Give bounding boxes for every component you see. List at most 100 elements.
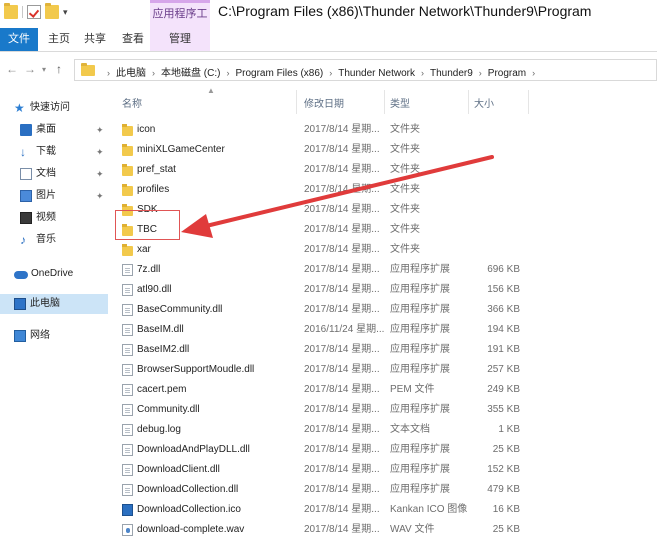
breadcrumb-chevron-icon[interactable]: › xyxy=(421,68,424,78)
file-icon xyxy=(122,484,133,496)
table-row[interactable]: profiles 2017/8/14 星期... 文件夹 xyxy=(108,180,657,200)
sidebar-item-downloads[interactable]: ↓ 下载 ✦ xyxy=(0,142,108,162)
column-divider[interactable] xyxy=(468,90,469,114)
network-icon xyxy=(14,330,26,342)
sidebar-item-label: 图片 xyxy=(36,190,56,201)
tab-view[interactable]: 查看 xyxy=(118,28,148,51)
file-type: 应用程序扩展 xyxy=(390,444,450,455)
folder-icon xyxy=(122,164,133,176)
column-divider[interactable] xyxy=(528,90,529,114)
column-header-size[interactable]: 大小 xyxy=(474,95,494,110)
table-row[interactable]: TBC 2017/8/14 星期... 文件夹 xyxy=(108,220,657,240)
table-row[interactable]: Community.dll 2017/8/14 星期... 应用程序扩展 355 KB xyxy=(108,400,657,420)
file-date: 2017/8/14 星期... xyxy=(304,164,380,175)
back-arrow-icon[interactable]: ← xyxy=(6,62,18,76)
sidebar-item-videos[interactable]: 视频 xyxy=(0,208,108,228)
table-row[interactable]: BaseCommunity.dll 2017/8/14 星期... 应用程序扩展 36… xyxy=(108,300,657,320)
table-row[interactable]: 7z.dll 2017/8/14 星期... 应用程序扩展 696 KB xyxy=(108,260,657,280)
breadcrumb-chevron-icon[interactable]: › xyxy=(329,68,332,78)
sort-ascending-icon: ▲ xyxy=(207,86,215,95)
file-size: 366 KB xyxy=(487,304,520,315)
file-size: 355 KB xyxy=(487,404,520,415)
sidebar-item-label: 快速访问 xyxy=(30,102,70,113)
file-size: 696 KB xyxy=(487,264,520,275)
file-type: 文件夹 xyxy=(390,164,420,175)
file-size: 191 KB xyxy=(487,344,520,355)
breadcrumb-thunder-network[interactable]: Thunder Network xyxy=(338,68,415,79)
column-divider[interactable] xyxy=(296,90,297,114)
file-name: BaseIM.dll xyxy=(137,324,184,335)
cloud-icon xyxy=(14,271,28,279)
column-header-date[interactable]: 修改日期 xyxy=(304,95,344,110)
breadcrumb-chevron-icon[interactable]: › xyxy=(226,68,229,78)
file-date: 2017/8/14 星期... xyxy=(304,464,380,475)
file-icon xyxy=(122,444,133,456)
pin-icon[interactable]: ✦ xyxy=(96,120,104,140)
table-row[interactable]: icon 2017/8/14 星期... 文件夹 xyxy=(108,120,657,140)
audio-file-icon xyxy=(122,524,133,536)
sidebar-item-documents[interactable]: 文档 ✦ xyxy=(0,164,108,184)
file-date: 2017/8/14 星期... xyxy=(304,404,380,415)
pin-icon[interactable]: ✦ xyxy=(96,164,104,184)
new-folder-icon[interactable] xyxy=(45,3,59,19)
sidebar-item-quick-access[interactable]: ★ 快速访问 xyxy=(0,98,108,118)
breadcrumb-chevron-icon[interactable]: › xyxy=(152,68,155,78)
table-row[interactable]: DownloadAndPlayDLL.dll 2017/8/14 星期... 应用程… xyxy=(108,440,657,460)
table-row[interactable]: xar 2017/8/14 星期... 文件夹 xyxy=(108,240,657,260)
sidebar-item-this-pc[interactable]: 此电脑 xyxy=(0,294,108,314)
file-name: profiles xyxy=(137,184,170,195)
folder-icon[interactable] xyxy=(4,3,18,19)
table-row[interactable]: pref_stat 2017/8/14 星期... 文件夹 xyxy=(108,160,657,180)
tab-home[interactable]: 主页 xyxy=(44,28,74,51)
file-date: 2017/8/14 星期... xyxy=(304,264,380,275)
sidebar-item-onedrive[interactable]: OneDrive xyxy=(0,264,108,284)
sidebar-item-network[interactable]: 网络 xyxy=(0,326,108,346)
table-row[interactable]: SDK 2017/8/14 星期... 文件夹 xyxy=(108,200,657,220)
breadcrumb-program[interactable]: Program xyxy=(488,68,526,79)
file-type: 文件夹 xyxy=(390,224,420,235)
breadcrumb-chevron-icon[interactable]: › xyxy=(479,68,482,78)
table-row[interactable]: atl90.dll 2017/8/14 星期... 应用程序扩展 156 KB xyxy=(108,280,657,300)
table-row[interactable]: miniXLGameCenter 2017/8/14 星期... 文件夹 xyxy=(108,140,657,160)
file-date: 2017/8/14 星期... xyxy=(304,504,380,515)
file-name: cacert.pem xyxy=(137,384,187,395)
column-divider[interactable] xyxy=(384,90,385,114)
pin-icon[interactable]: ✦ xyxy=(96,186,104,206)
table-row[interactable]: DownloadCollection.ico 2017/8/14 星期... Kan… xyxy=(108,500,657,520)
customize-toolbar-chevron-icon[interactable]: ▾ xyxy=(63,7,68,18)
recent-locations-chevron-icon[interactable]: ▾ xyxy=(42,65,46,74)
file-icon xyxy=(122,404,133,416)
tab-file[interactable]: 文件 xyxy=(0,28,38,51)
table-row[interactable]: cacert.pem 2017/8/14 星期... PEM 文件 249 KB xyxy=(108,380,657,400)
tab-manage[interactable]: 管理 xyxy=(150,28,210,51)
table-row[interactable]: debug.log 2017/8/14 星期... 文本文档 1 KB xyxy=(108,420,657,440)
table-row[interactable]: download-complete.wav 2017/8/14 星期... WAV … xyxy=(108,520,657,540)
address-bar[interactable]: › 此电脑 › 本地磁盘 (C:) › Program Files (x86) › Thund… xyxy=(74,59,657,81)
forward-arrow-icon[interactable]: → xyxy=(24,62,36,76)
table-row[interactable]: BaseIM.dll 2016/11/24 星期... 应用程序扩展 194 KB xyxy=(108,320,657,340)
up-arrow-icon[interactable]: ↑ xyxy=(56,62,62,76)
file-icon xyxy=(122,464,133,476)
tab-share[interactable]: 共享 xyxy=(80,28,110,51)
column-header-type[interactable]: 类型 xyxy=(390,95,410,110)
sidebar-item-music[interactable]: ♪ 音乐 xyxy=(0,230,108,250)
breadcrumb-program-files[interactable]: Program Files (x86) xyxy=(235,68,323,79)
breadcrumb-chevron-icon[interactable]: › xyxy=(532,68,535,78)
sidebar-item-pictures[interactable]: 图片 ✦ xyxy=(0,186,108,206)
file-type: 文件夹 xyxy=(390,204,420,215)
file-name: miniXLGameCenter xyxy=(137,144,225,155)
picture-icon xyxy=(20,190,32,202)
table-row[interactable]: BrowserSupportMoudle.dll 2017/8/14 星期... 应… xyxy=(108,360,657,380)
table-row[interactable]: BaseIM2.dll 2017/8/14 星期... 应用程序扩展 191 KB xyxy=(108,340,657,360)
breadcrumb-this-pc[interactable]: 此电脑 xyxy=(116,64,146,79)
column-headers: ▲ 名称 修改日期 类型 大小 xyxy=(108,84,657,118)
properties-icon[interactable] xyxy=(27,5,41,19)
table-row[interactable]: DownloadCollection.dll 2017/8/14 星期... 应用程… xyxy=(108,480,657,500)
file-date: 2017/8/14 星期... xyxy=(304,424,380,435)
table-row[interactable]: DownloadClient.dll 2017/8/14 星期... 应用程序扩展 1… xyxy=(108,460,657,480)
column-header-name[interactable]: 名称 xyxy=(122,95,142,110)
pin-icon[interactable]: ✦ xyxy=(96,142,104,162)
breadcrumb-local-disk[interactable]: 本地磁盘 (C:) xyxy=(161,64,220,79)
sidebar-item-desktop[interactable]: 桌面 ✦ xyxy=(0,120,108,140)
breadcrumb-thunder9[interactable]: Thunder9 xyxy=(430,68,473,79)
